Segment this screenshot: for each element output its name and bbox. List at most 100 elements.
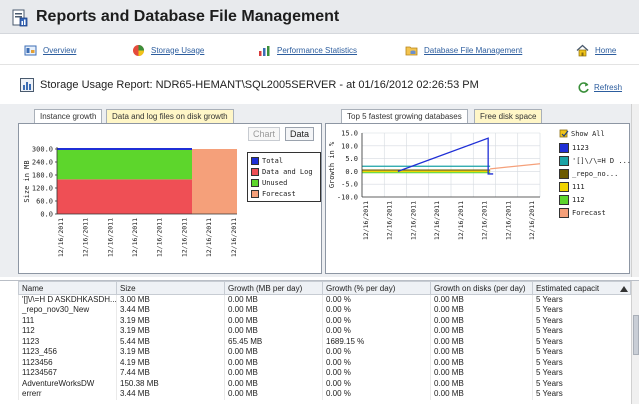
table-row[interactable]: 112 3.19 MB 0.00 MB 0.00 % 0.00 MB 5 Years <box>18 326 631 337</box>
table-row[interactable]: '[]\/\=H D ASKDHKASDH... 3.00 MB 0.00 MB 0.… <box>18 294 631 305</box>
table-cell: 3.44 MB <box>116 389 225 400</box>
nav-storage-usage-label: Storage Usage <box>151 45 205 55</box>
table-cell: 112 <box>18 326 117 337</box>
tab-top-5-fastest-growing[interactable]: Top 5 fastest growing databases <box>341 109 468 123</box>
legend-swatch-special-db <box>559 155 569 166</box>
database-table-area: Name Size Growth (MB per day) Growth (% … <box>0 280 639 404</box>
legend-swatch-data-and-log <box>251 167 259 176</box>
legend-label-data-and-log: Data and Log <box>262 167 313 176</box>
y-tick-label: 300.0 <box>32 146 53 154</box>
legend-item-unused: Unused <box>251 177 317 188</box>
x-tick-label: 12/16/2011 <box>131 218 139 257</box>
legend-item-repo-nov[interactable]: _repo_no... <box>559 167 627 180</box>
nav-performance-statistics-link[interactable]: Performance Statistics <box>258 43 357 57</box>
panel-scrollbar[interactable] <box>631 104 639 277</box>
table-row[interactable]: 1123_456 3.19 MB 0.00 MB 0.00 % 0.00 MB 5 Yea… <box>18 347 631 358</box>
nav-database-file-management-link[interactable]: Database File Management <box>405 43 522 57</box>
column-header-size[interactable]: Size <box>116 281 225 295</box>
refresh-link[interactable]: Refresh <box>577 81 622 94</box>
y-tick-label: -5.0 <box>341 181 358 189</box>
tab-data-and-log-files-growth[interactable]: Data and log files on disk growth <box>106 109 234 123</box>
legend-label-repo-nov: _repo_no... <box>572 169 619 178</box>
table-scrollbar-thumb[interactable] <box>633 315 639 355</box>
table-cell: 0.00 MB <box>430 347 533 358</box>
table-row[interactable]: errerr 3.44 MB 0.00 MB 0.00 % 0.00 MB 5 Years <box>18 389 631 400</box>
table-cell: errerr <box>18 389 117 400</box>
legend-item-special-db[interactable]: '[]\/\=H D ... <box>559 154 631 167</box>
table-cell: 0.00 MB <box>430 368 533 379</box>
top-growing-legend: Show All 1123 '[]\/\=H D ... _repo_no...… <box>559 128 631 219</box>
table-cell: 3.44 MB <box>116 305 225 316</box>
table-cell: 0.00 MB <box>224 357 323 368</box>
table-cell: 0.00 MB <box>224 294 323 305</box>
table-cell: 3.19 MB <box>116 315 225 326</box>
table-cell: 0.00 MB <box>430 326 533 337</box>
table-row[interactable]: 11234567 7.44 MB 0.00 MB 0.00 % 0.00 MB 5 Yea… <box>18 368 631 379</box>
table-cell: 3.19 MB <box>116 347 225 358</box>
report-title: Storage Usage Report: NDR65-HEMANT\SQL20… <box>40 79 479 91</box>
column-header-capacity[interactable]: Estimated capacit <box>532 281 631 295</box>
area-data-and-log <box>57 179 192 214</box>
refresh-icon <box>578 82 589 93</box>
show-all-label: Show All <box>571 129 605 138</box>
y-tick-label: 5.0 <box>345 155 358 163</box>
y-tick-label: -10.0 <box>337 194 358 202</box>
table-cell: 0.00 MB <box>224 378 323 389</box>
database-file-icon <box>405 46 418 55</box>
table-row[interactable]: 111 3.19 MB 0.00 MB 0.00 % 0.00 MB 5 Years <box>18 315 631 326</box>
report-header: Storage Usage Report: NDR65-HEMANT\SQL20… <box>0 64 639 104</box>
table-cell: 5 Years <box>532 357 631 368</box>
table-cell: 5 Years <box>532 347 631 358</box>
column-header-growth-disk[interactable]: Growth on disks (per day) <box>430 281 533 295</box>
instance-growth-panel: Chart Data Size in MB 0.0 60.0 120.0 180.0 24… <box>18 123 322 274</box>
y-tick-label: 0.0 <box>40 211 53 219</box>
nav-home-link[interactable]: Home <box>576 43 616 57</box>
table-cell: 1123_456 <box>18 347 117 358</box>
table-cell: 3.00 MB <box>116 294 225 305</box>
table-cell: 5 Years <box>532 326 631 337</box>
table-cell: 0.00 % <box>322 315 431 326</box>
table-cell: 5 Years <box>532 315 631 326</box>
top-growing-panel: Growth in % -10.0 -5.0 0.0 5.0 10.0 15.0 12/16/… <box>325 123 631 274</box>
table-cell: 0.00 MB <box>224 368 323 379</box>
table-row[interactable]: AdventureWorksDW 150.38 MB 0.00 MB 0.00 % 0.… <box>18 378 631 389</box>
legend-item-1123[interactable]: 1123 <box>559 141 627 154</box>
tab-instance-growth[interactable]: Instance growth <box>34 109 103 123</box>
y-axis-label: Size in MB <box>23 160 31 202</box>
nav-database-file-management-label: Database File Management <box>424 45 523 55</box>
show-all-toggle[interactable]: Show All <box>559 128 627 139</box>
table-cell: 0.00 MB <box>430 336 533 347</box>
legend-item-112[interactable]: 112 <box>559 193 627 206</box>
tab-free-disk-space[interactable]: Free disk space <box>474 109 543 123</box>
table-row[interactable]: 1123 5.44 MB 65.45 MB 1689.15 % 0.00 MB 5 Yea… <box>18 336 631 347</box>
nav-home-label: Home <box>595 45 617 55</box>
title-bar: Reports and Database File Management <box>0 0 639 34</box>
legend-label-forecast: Forecast <box>262 189 296 198</box>
x-tick-label: 12/16/2011 <box>362 201 370 240</box>
column-header-growth-mb[interactable]: Growth (MB per day) <box>224 281 323 295</box>
nav-storage-usage-link[interactable]: Storage Usage <box>132 43 204 57</box>
table-row[interactable]: _repo_nov30_New 3.44 MB 0.00 MB 0.00 % 0.00 … <box>18 305 631 316</box>
x-tick-label: 12/16/2011 <box>205 218 213 257</box>
nav-overview-link[interactable]: Overview <box>24 43 76 57</box>
legend-item-forecast-2[interactable]: Forecast <box>559 206 627 219</box>
home-icon <box>576 44 589 56</box>
table-row[interactable]: 1123456 4.19 MB 0.00 MB 0.00 % 0.00 MB 5 Year… <box>18 357 631 368</box>
legend-item-111[interactable]: 111 <box>559 180 627 193</box>
column-header-growth-pct[interactable]: Growth (% per day) <box>322 281 431 295</box>
legend-label-111: 111 <box>572 182 585 191</box>
data-view-button[interactable]: Data <box>285 127 315 141</box>
area-forecast <box>192 149 237 214</box>
column-header-name[interactable]: Name <box>18 281 117 295</box>
area-unused <box>57 149 192 180</box>
table-scrollbar[interactable] <box>631 281 639 404</box>
reports-icon <box>12 9 28 27</box>
table-cell: 0.00 MB <box>430 294 533 305</box>
chart-view-button[interactable]: Chart <box>248 127 281 141</box>
performance-chart-icon <box>259 45 270 56</box>
overview-icon <box>24 45 37 55</box>
legend-label-112: 112 <box>572 195 585 204</box>
database-growth-table: Name Size Growth (MB per day) Growth (% … <box>18 281 631 400</box>
legend-swatch-forecast <box>251 189 259 198</box>
nav-overview-label: Overview <box>43 45 77 55</box>
